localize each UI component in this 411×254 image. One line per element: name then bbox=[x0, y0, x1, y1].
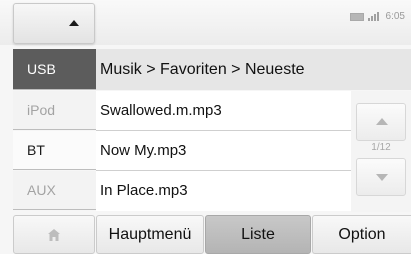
scroll-up-button[interactable] bbox=[356, 103, 406, 141]
status-area: 6:05 bbox=[349, 11, 405, 22]
source-bt[interactable]: BT bbox=[13, 131, 96, 170]
source-ipod[interactable]: iPod bbox=[13, 91, 96, 130]
list-item[interactable]: In Place.mp3 bbox=[96, 171, 351, 211]
home-button[interactable] bbox=[13, 215, 95, 254]
chevron-down-icon bbox=[376, 174, 388, 181]
option-button[interactable]: Option bbox=[312, 215, 411, 254]
page-indicator: 1/12 bbox=[371, 142, 391, 153]
up-arrow-icon bbox=[69, 20, 79, 26]
source-aux[interactable]: AUX bbox=[13, 171, 96, 210]
chevron-up-icon bbox=[376, 118, 388, 125]
battery-icon bbox=[349, 12, 364, 21]
list-item[interactable]: Swallowed.m.mp3 bbox=[96, 91, 351, 131]
clock: 6:05 bbox=[385, 11, 405, 22]
signal-icon bbox=[367, 12, 379, 21]
source-usb[interactable]: USB bbox=[13, 49, 96, 90]
home-icon bbox=[48, 229, 60, 241]
breadcrumb: Musik > Favoriten > Neueste bbox=[96, 49, 411, 90]
main-menu-button[interactable]: Hauptmenü bbox=[96, 215, 204, 254]
list-item[interactable]: Now My.mp3 bbox=[96, 131, 351, 171]
scroll-down-button[interactable] bbox=[356, 158, 406, 196]
back-up-button[interactable] bbox=[13, 3, 95, 44]
list-button[interactable]: Liste bbox=[205, 215, 311, 254]
